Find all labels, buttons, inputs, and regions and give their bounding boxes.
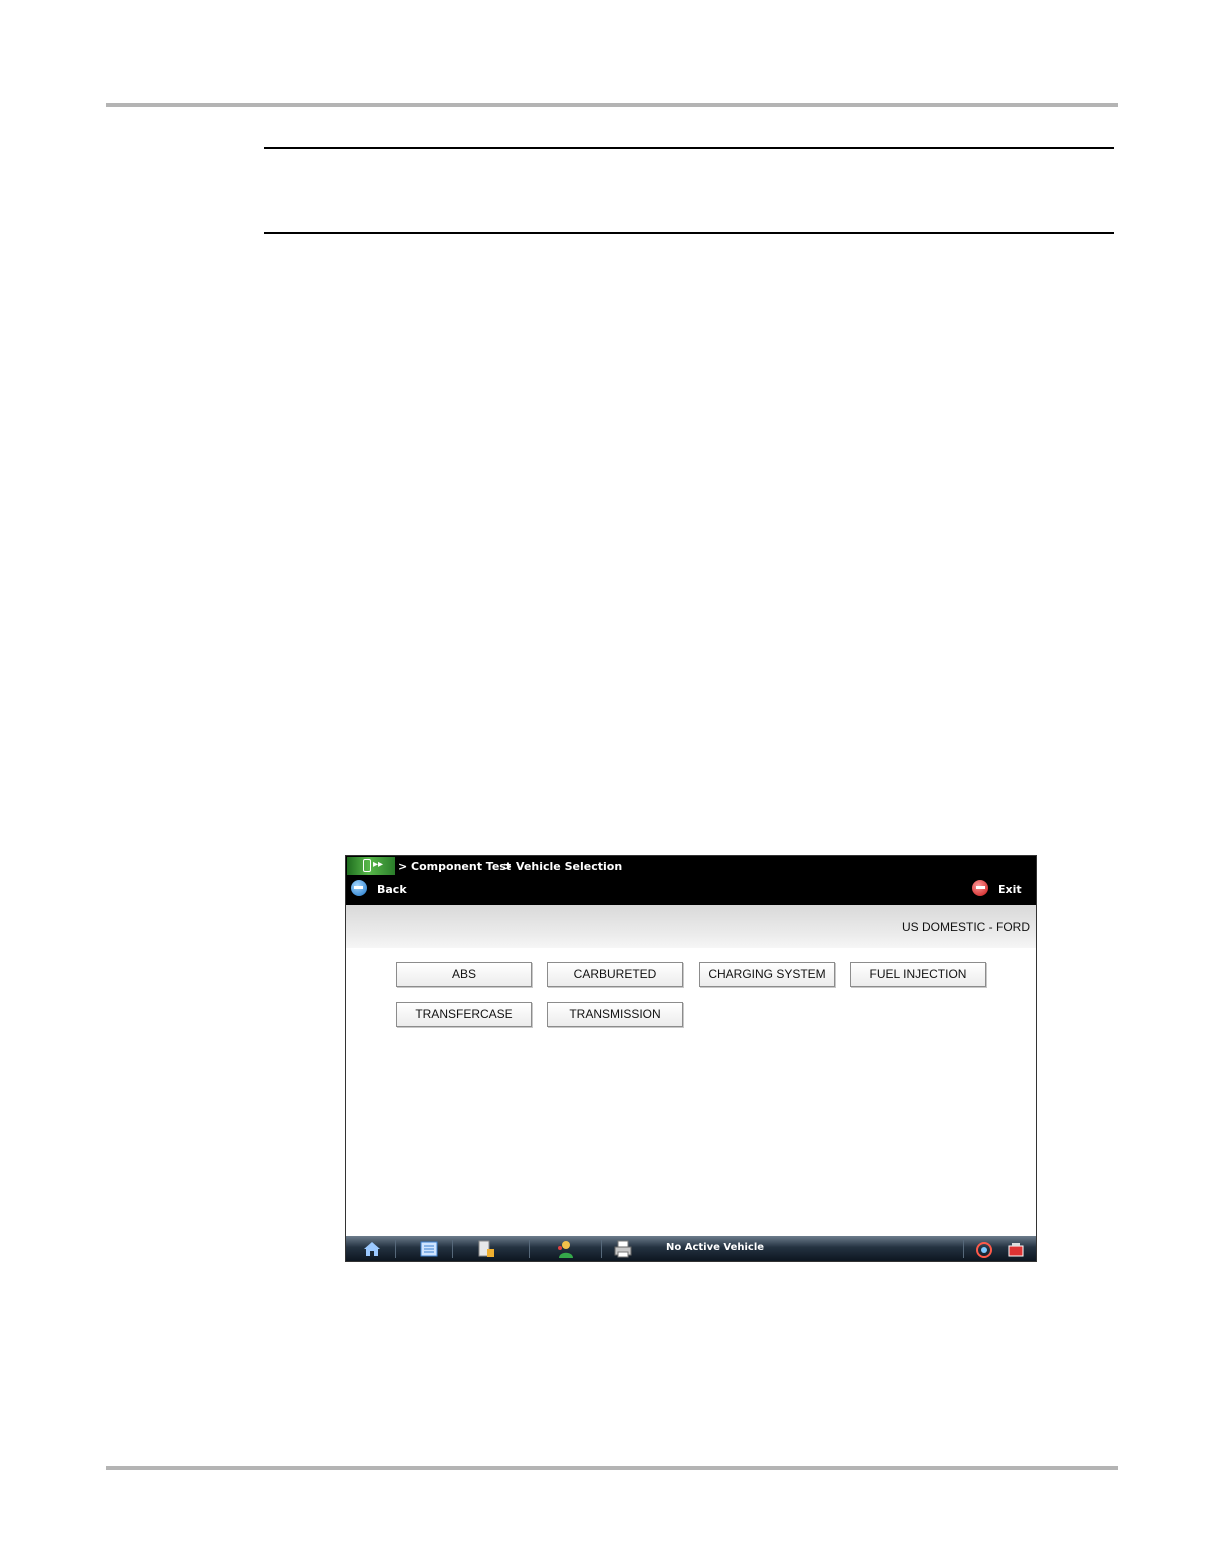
vehicle-status-text: No Active Vehicle	[666, 1242, 765, 1253]
abs-button[interactable]: ABS	[396, 962, 532, 987]
taskbar-divider	[452, 1240, 453, 1258]
note-top-rule	[264, 147, 1114, 149]
note-bottom-rule	[264, 232, 1114, 234]
tools-icon[interactable]	[476, 1239, 496, 1259]
vehicle-label: US DOMESTIC - FORD	[902, 920, 1030, 934]
transfercase-button[interactable]: TRANSFERCASE	[396, 1002, 532, 1027]
taskbar-divider	[601, 1240, 602, 1258]
charging-system-button[interactable]: CHARGING SYSTEM	[699, 962, 835, 987]
carbureted-button[interactable]: CARBURETED	[547, 962, 683, 987]
transmission-button[interactable]: TRANSMISSION	[547, 1002, 683, 1027]
technician-icon[interactable]	[556, 1239, 576, 1259]
title-bar: ▸▸ > Component Test > Vehicle Selection …	[346, 856, 1036, 905]
taskbar-divider	[529, 1240, 530, 1258]
taskbar-divider	[963, 1240, 964, 1258]
exit-icon	[972, 880, 988, 896]
taskbar: No Active Vehicle	[346, 1236, 1036, 1261]
fuel-injection-button[interactable]: FUEL INJECTION	[850, 962, 986, 987]
battery-icon[interactable]	[1006, 1239, 1026, 1259]
back-label: Back	[377, 883, 407, 896]
back-button[interactable]: Back	[351, 880, 411, 898]
breadcrumb-vehicle-selection: > Vehicle Selection	[503, 860, 623, 873]
home-icon[interactable]	[362, 1239, 382, 1259]
component-test-icon[interactable]: ▸▸	[347, 857, 395, 875]
exit-label: Exit	[998, 883, 1022, 896]
scan-tool-screenshot: ▸▸ > Component Test > Vehicle Selection …	[345, 855, 1037, 1262]
back-arrow-icon	[351, 880, 367, 896]
data-list-icon[interactable]	[419, 1239, 439, 1259]
vehicle-id-bar: US DOMESTIC - FORD	[346, 905, 1036, 948]
page-footer-rule	[106, 1466, 1118, 1470]
connection-icon[interactable]	[974, 1239, 994, 1259]
exit-button[interactable]: Exit	[972, 880, 1032, 898]
page-header-rule	[106, 103, 1118, 107]
print-icon[interactable]	[613, 1239, 633, 1259]
breadcrumb-component-test[interactable]: > Component Test	[398, 860, 511, 873]
taskbar-divider	[395, 1240, 396, 1258]
